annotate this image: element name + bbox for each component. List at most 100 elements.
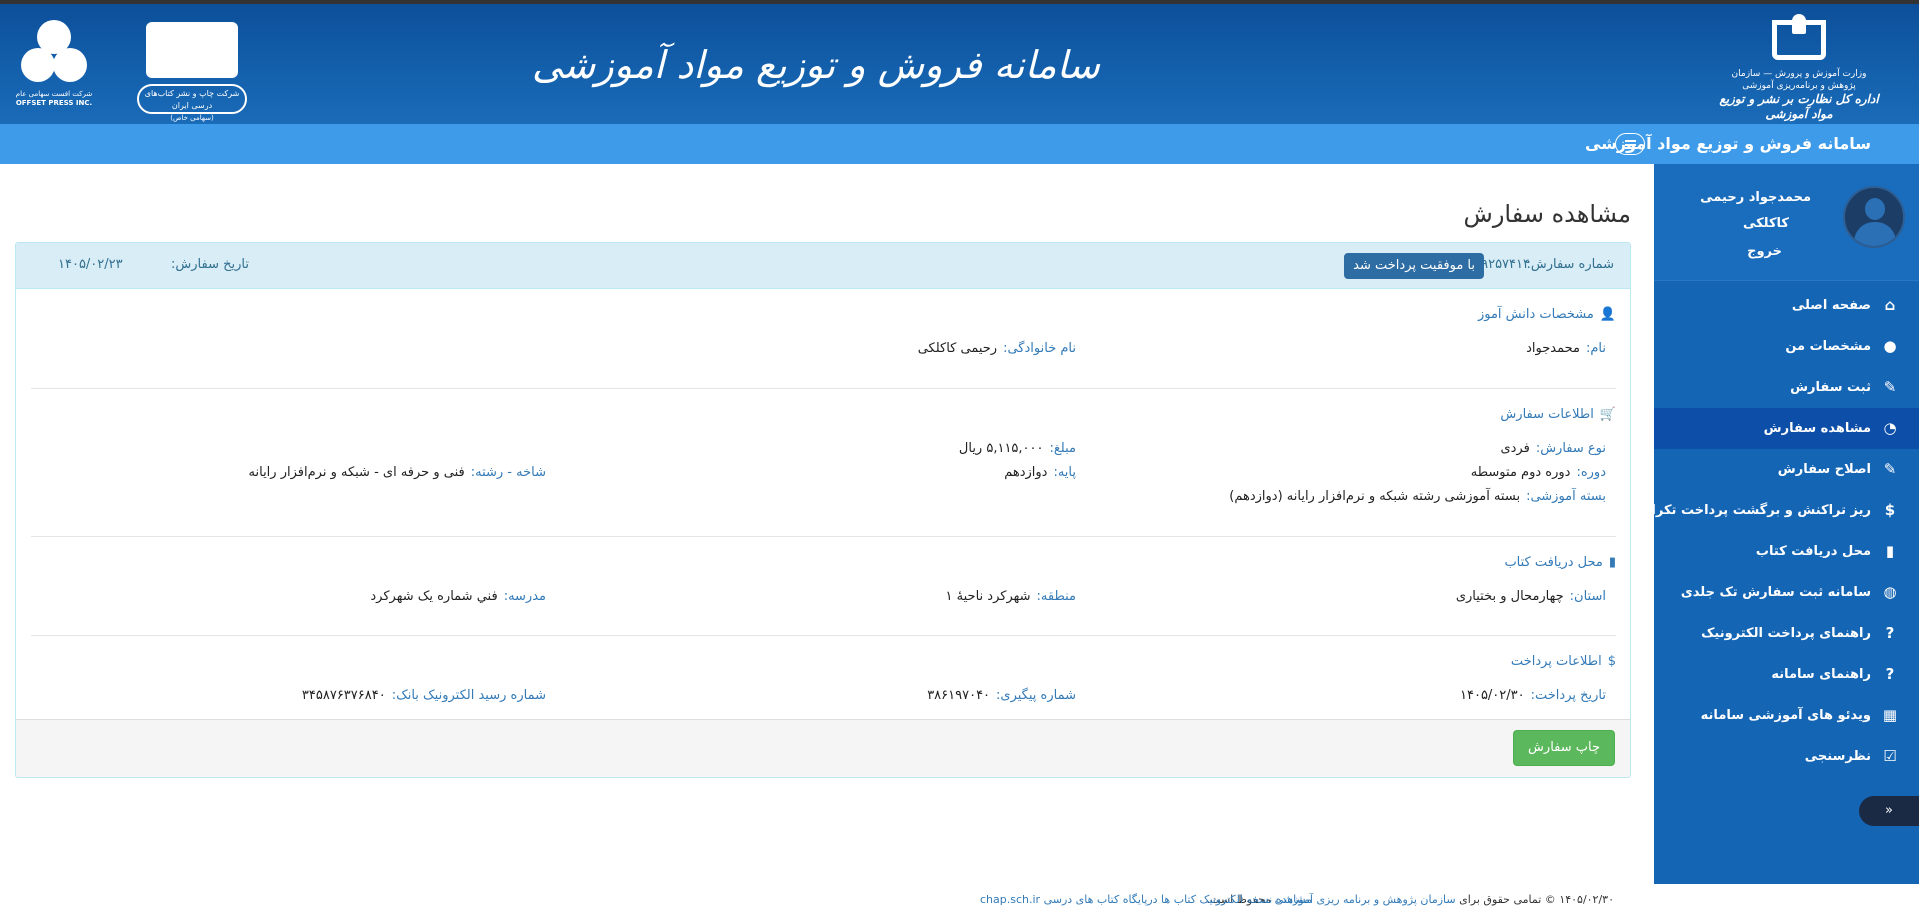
field-value: ۳۸۶۱۹۷۰۴۰ xyxy=(927,688,991,703)
user-icon: 👤 xyxy=(1599,307,1616,322)
sidebar-item-profile[interactable]: ● مشخصات من xyxy=(1654,326,1919,367)
order-panel-heading: شماره سفارش: ۹۲۵۷۴۱۴ با موفقیت پرداخت شد… xyxy=(16,243,1630,289)
ebook-footer: مشاهده نسخه الکترونیک کتاب ها درپایگاه ک… xyxy=(980,893,1312,906)
offset-logo-fa: شرکت افست سهامی عام xyxy=(15,90,93,98)
sidebar-item-label: اصلاح سفارش xyxy=(1777,462,1871,477)
offset-logo-en: OFFSET PRESS INC. xyxy=(15,99,93,107)
field-label: نام: xyxy=(1585,341,1606,356)
sidebar-item-system-guide[interactable]: ? راهنمای سامانه xyxy=(1654,654,1919,695)
order-number: ۹۲۵۷۴۱۴ xyxy=(1481,257,1530,272)
cart-icon: 🛒 xyxy=(1599,407,1616,422)
field-value: رحیمی کاکلکی xyxy=(917,341,998,356)
student-section-title: 👤 مشخصات دانش آموز xyxy=(1478,307,1616,322)
payment-section-label: اطلاعات پرداخت xyxy=(1510,654,1602,669)
user-icon: ● xyxy=(1883,337,1897,355)
open-book-icon xyxy=(142,18,242,82)
globe-icon: ◍ xyxy=(1883,583,1897,601)
order-amount: مبلغ: ۵,۱۱۵,۰۰۰ ریال xyxy=(959,441,1076,456)
field-value: دوازدهم xyxy=(1004,465,1048,480)
sidebar-item-new-order[interactable]: ✎ ثبت سفارش xyxy=(1654,367,1919,408)
order-number-label: شماره سفارش: xyxy=(1526,257,1614,272)
dollar-icon: $ xyxy=(1607,654,1616,669)
sidebar-item-home[interactable]: ⌂ صفحه اصلی xyxy=(1654,285,1919,326)
field-label: بسته آموزشی: xyxy=(1526,489,1606,504)
sidebar-item-edit-order[interactable]: ✎ اصلاح سفارش xyxy=(1654,449,1919,490)
field-value: ۱۴۰۵/۰۲/۳۰ xyxy=(1460,688,1525,703)
publisher-sub: (سهامی خاص) xyxy=(170,114,214,122)
sidebar-item-label: ریز تراکنش و برگشت پرداخت تکراری xyxy=(1632,503,1871,518)
ministry-org: وزارت آموزش و پرورش — سازمان پژوهش و برن… xyxy=(1731,69,1867,91)
sidebar-item-label: صفحه اصلی xyxy=(1791,298,1871,313)
field-label: نام خانوادگی: xyxy=(1003,341,1076,356)
sidebar: محمدجواد رحیمی کاکلکی خروج ⌂ صفحه اصلی ● م… xyxy=(1632,164,1919,884)
field-value: فردی xyxy=(1500,441,1530,456)
sidebar-item-label: مشاهده سفارش xyxy=(1763,421,1871,436)
order-info-section-title: 🛒 اطلاعات سفارش xyxy=(1500,407,1616,422)
field-label: منطقه: xyxy=(1036,589,1076,604)
sidebar-item-payment-guide[interactable]: ? راهنمای پرداخت الکترونیک xyxy=(1654,613,1919,654)
order-grade: پایه: دوازدهم xyxy=(1004,465,1076,480)
payment-section: $اطلاعات پرداخت تاریخ پرداخت:۱۴۰۵/۰۲/۳۰ … xyxy=(31,636,1616,726)
field-value: فني شماره يک شهرکرد xyxy=(370,589,498,604)
offset-press-logo: شرکت افست سهامی عام OFFSET PRESS INC. xyxy=(14,20,94,116)
order-panel-footer: چاپ سفارش xyxy=(16,719,1630,777)
logout-link[interactable]: خروج xyxy=(1747,244,1782,259)
field-label: استان: xyxy=(1569,589,1606,604)
publisher-name: شرکت چاپ و نشر کتاب‌های درسی ایران xyxy=(137,84,247,114)
ebook-footer-link[interactable]: chap.sch.ir xyxy=(980,893,1040,906)
field-value: محمدجواد xyxy=(1526,341,1580,356)
menu-toggle-button[interactable] xyxy=(1615,133,1645,155)
field-value: فنی و حرفه ای - شبکه و نرم‌افزار رایانه xyxy=(248,465,465,480)
payment-date: تاریخ پرداخت: ۱۴۰۵/۰۲/۳۰ xyxy=(1460,688,1606,703)
double-chevron-icon: « xyxy=(1885,803,1893,818)
ministry-emblem-icon xyxy=(1772,14,1826,64)
page-title: مشاهده سفارش xyxy=(1463,200,1631,228)
order-panel: شماره سفارش: ۹۲۵۷۴۱۴ با موفقیت پرداخت شد… xyxy=(15,242,1631,778)
header-banner: شرکت افست سهامی عام OFFSET PRESS INC. شر… xyxy=(0,0,1919,124)
field-label: پایه: xyxy=(1053,465,1076,480)
field-value: دوره دوم متوسطه xyxy=(1470,465,1571,480)
sidebar-item-survey[interactable]: ☑ نظرسنجی xyxy=(1654,736,1919,777)
avatar xyxy=(1843,186,1905,248)
field-value: شهرکرد ناحیهٔ ۱ xyxy=(945,589,1031,604)
payment-section-title: $ اطلاعات پرداخت xyxy=(1511,654,1616,669)
sidebar-item-single-order-system[interactable]: ◍ سامانه ثبت سفارش تک جلدی xyxy=(1654,572,1919,613)
delivery-section-label: محل دریافت کتاب xyxy=(1504,555,1603,570)
home-icon: ⌂ xyxy=(1884,296,1896,314)
publisher-logo: شرکت چاپ و نشر کتاب‌های درسی ایران (سهام… xyxy=(134,18,250,122)
sidebar-item-label: راهنمای پرداخت الکترونیک xyxy=(1701,626,1871,641)
sidebar-item-label: نظرسنجی xyxy=(1804,749,1871,764)
field-value: ۵,۱۱۵,۰۰۰ ریال xyxy=(958,441,1044,456)
order-package: بسته آموزشی: بسته آموزشی رشته شبکه و نرم‌… xyxy=(1229,489,1606,504)
dashboard-icon: ◔ xyxy=(1883,419,1897,437)
field-label: مبلغ: xyxy=(1049,441,1077,456)
sidebar-item-transactions[interactable]: $ ریز تراکنش و برگشت پرداخت تکراری xyxy=(1632,490,1919,531)
student-section-label: مشخصات دانش آموز xyxy=(1477,307,1594,322)
delivery-province: استان: چهارمحال و بختیاری xyxy=(1456,589,1606,604)
book-icon: ▮ xyxy=(1608,555,1616,570)
ebook-footer-text[interactable]: مشاهده نسخه الکترونیک کتاب ها درپایگاه ک… xyxy=(1044,893,1313,906)
student-section: 👤 مشخصات دانش آموز نام: محمدجواد نام خانوا… xyxy=(31,289,1616,389)
profile-family: کاکلکی xyxy=(1742,216,1789,231)
order-branch: شاخه - رشته: فنی و حرفه ای - شبکه و نرم‌ا… xyxy=(249,465,546,480)
check-square-icon: ☑ xyxy=(1883,747,1897,765)
payment-receipt: شماره رسید الکترونیک بانک: ۳۴۵۸۷۶۳۷۶۸۴۰ xyxy=(302,688,546,703)
field-label: تاریخ پرداخت: xyxy=(1530,688,1606,703)
field-value: چهارمحال و بختیاری xyxy=(1455,589,1564,604)
sidebar-item-videos[interactable]: ▦ ویدئو های آموزشی سامانه xyxy=(1654,695,1919,736)
sidebar-item-delivery-location[interactable]: ▮ محل دریافت کتاب xyxy=(1654,531,1919,572)
sidebar-item-label: ثبت سفارش xyxy=(1790,380,1871,395)
delivery-school: مدرسه: فني شماره يک شهرکرد xyxy=(370,589,546,604)
field-label: دوره: xyxy=(1576,465,1606,480)
print-order-button[interactable]: چاپ سفارش xyxy=(1513,730,1615,766)
delivery-region: منطقه: شهرکرد ناحیهٔ ۱ xyxy=(946,589,1076,604)
edit-icon: ✎ xyxy=(1883,378,1897,396)
order-info-section-label: اطلاعات سفارش xyxy=(1500,407,1594,422)
student-first-name: نام: محمدجواد xyxy=(1526,341,1606,356)
sidebar-collapse-button[interactable]: « xyxy=(1859,796,1919,826)
film-icon: ▦ xyxy=(1882,706,1898,724)
sidebar-item-label: سامانه ثبت سفارش تک جلدی xyxy=(1680,585,1871,600)
order-date-label: تاریخ سفارش: xyxy=(171,257,249,272)
hamburger-icon xyxy=(1625,140,1636,149)
sidebar-item-view-order[interactable]: ◔ مشاهده سفارش xyxy=(1654,408,1919,449)
